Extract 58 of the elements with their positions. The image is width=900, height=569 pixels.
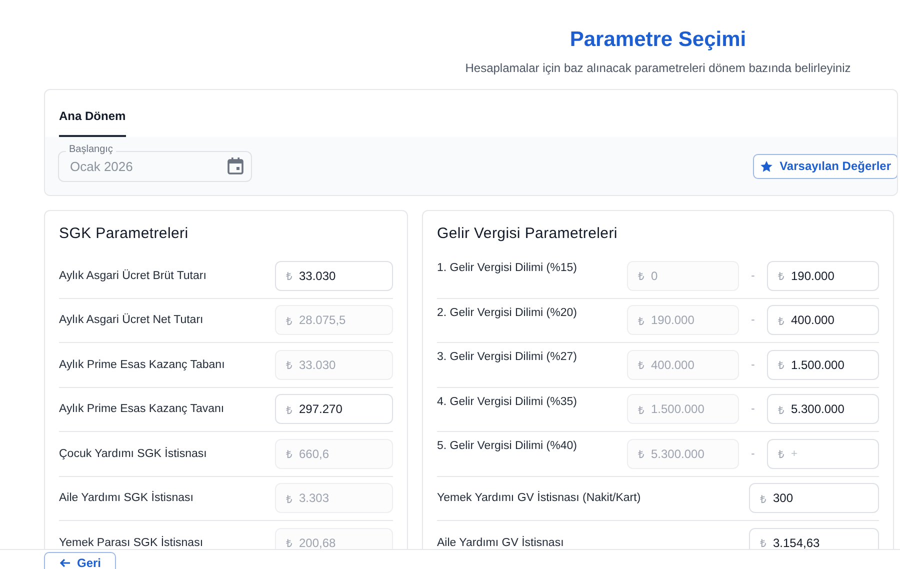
currency-sign: ₺ [286, 359, 292, 372]
amount-field[interactable]: ₺ 1.500.000 [767, 350, 879, 380]
page-title: Parametre Seçimi [570, 28, 746, 52]
parameter-label: Aile Yardımı GV İstisnası [437, 536, 564, 549]
parameter-label: Yemek Yardımı GV İstisnası (Nakit/Kart) [437, 492, 641, 504]
bracket-label: 1. Gelir Vergisi Dilimi (%15) [437, 262, 577, 274]
calendar-icon[interactable] [227, 157, 244, 175]
currency-sign: ₺ [778, 314, 784, 328]
currency-sign: ₺ [778, 270, 784, 284]
back-arrow-icon [59, 558, 71, 568]
card-title: SGK Parametreleri [59, 225, 190, 242]
amount-field[interactable]: ₺ 5.300.000 [767, 394, 879, 424]
back-button[interactable]: Geri [44, 552, 116, 569]
currency-sign: ₺ [760, 492, 766, 506]
currency-sign: ₺ [286, 270, 292, 284]
card-title: Gelir Vergisi Parametreleri [437, 225, 618, 242]
amount-field[interactable]: ₺ 297.270 [275, 394, 393, 424]
bracket-label: 5. Gelir Vergisi Dilimi (%40) [437, 440, 577, 452]
currency-sign: ₺ [638, 270, 644, 284]
parameter-label: Aylık Asgari Ücret Brüt Tutarı [59, 270, 206, 282]
currency-sign: ₺ [286, 492, 292, 506]
currency-sign: ₺ [778, 359, 784, 372]
bracket-label: 3. Gelir Vergisi Dilimi (%27) [437, 351, 577, 363]
currency-sign: ₺ [638, 359, 644, 372]
currency-sign: ₺ [778, 404, 784, 417]
amount-field[interactable]: ₺ + [767, 438, 879, 469]
range-separator: - [750, 270, 756, 282]
parameter-label: Aile Yardımı SGK İstisnası [59, 492, 194, 504]
star-icon [760, 160, 773, 172]
parameter-label: Çocuk Yardımı SGK İstisnası [59, 448, 207, 460]
parameter-label: Yemek Parası SGK İstisnası [59, 536, 204, 549]
currency-sign: ₺ [286, 537, 292, 549]
amount-field[interactable]: ₺ 400.000 [767, 305, 879, 336]
currency-sign: ₺ [638, 314, 644, 328]
field-value: Ocak 2026 [70, 158, 133, 174]
parameter-label: Aylık Prime Esas Kazanç Tavanı [59, 403, 224, 416]
bracket-label: 2. Gelir Vergisi Dilimi (%20) [437, 306, 577, 318]
range-separator: - [750, 314, 756, 326]
currency-sign: ₺ [760, 537, 766, 549]
currency-sign: ₺ [778, 448, 784, 462]
currency-sign: ₺ [638, 448, 644, 462]
amount-field[interactable]: ₺ 190.000 [767, 260, 879, 291]
default-values-button[interactable]: Varsayılan Değerler [752, 154, 897, 178]
parameter-label: Aylık Prime Esas Kazanç Tabanı [59, 358, 225, 371]
field-label: Başlangıç [66, 144, 116, 156]
currency-sign: ₺ [286, 404, 292, 417]
amount-field[interactable]: ₺ 33.030 [275, 260, 393, 291]
range-separator: - [750, 448, 756, 460]
currency-sign: ₺ [286, 314, 292, 328]
currency-sign: ₺ [286, 448, 292, 462]
page-subtitle: Hesaplamalar için baz alınacak parametreleri dönem bazında belirleyiniz [465, 61, 851, 75]
parameter-label: Aylık Asgari Ücret Net Tutarı [59, 314, 204, 326]
range-separator: - [750, 358, 756, 371]
bracket-label: 4. Gelir Vergisi Dilimi (%35) [437, 396, 577, 408]
currency-sign: ₺ [638, 404, 644, 417]
range-separator: - [750, 403, 756, 416]
amount-field[interactable]: ₺ 3.154,63 [749, 528, 879, 549]
amount-field[interactable]: ₺ 300 [749, 483, 879, 514]
